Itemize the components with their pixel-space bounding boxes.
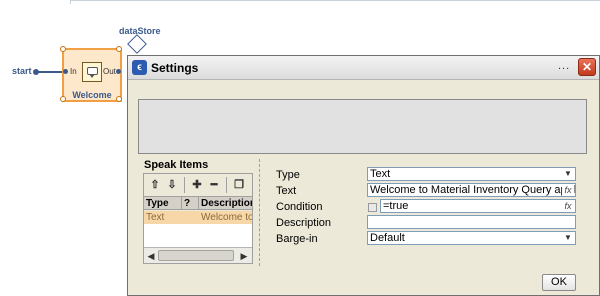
toolbar-separator [184, 177, 185, 193]
toolbar-separator [226, 177, 227, 193]
move-up-icon[interactable]: ⇧ [148, 178, 162, 192]
cell-flag [182, 211, 199, 224]
text-label: Text [276, 185, 297, 197]
cell-type: Text [146, 212, 165, 223]
condition-value: =true [383, 200, 409, 212]
function-icon[interactable]: fx [562, 200, 574, 212]
condition-checkbox[interactable] [368, 203, 377, 212]
dialog-titlebar[interactable]: ϵ Settings ... ✕ [128, 56, 599, 80]
table-row[interactable]: Text Welcome to M [144, 211, 252, 224]
table-body [144, 224, 252, 247]
scrollbar-thumb[interactable] [158, 250, 234, 261]
chevron-down-icon[interactable]: ▼ [561, 232, 575, 244]
welcome-node[interactable]: In Out Welcome [60, 46, 122, 102]
horizontal-scrollbar[interactable]: ◀ ▶ [144, 247, 252, 263]
out-port-dot[interactable] [116, 69, 121, 74]
condition-label: Condition [276, 201, 323, 213]
cell-description: Welcome to M [201, 212, 252, 223]
table-header: Type ? Description [144, 196, 252, 210]
speech-bubble-icon [82, 62, 102, 82]
canvas-border-tick [70, 0, 71, 4]
column-header-description[interactable]: Description [199, 197, 252, 210]
settings-icon: ϵ [132, 60, 147, 75]
speak-items-title: Speak Items [144, 159, 209, 171]
out-port-label: Out [103, 67, 116, 76]
more-options-button[interactable]: ... [558, 60, 570, 72]
node-label: Welcome [72, 90, 112, 100]
close-icon[interactable]: ✕ [578, 58, 596, 76]
settings-dialog: ϵ Settings ... ✕ Speak Items ⇧ ⇩ ✚ ━ ❐ T… [127, 55, 600, 296]
function-icon[interactable]: fx [562, 184, 574, 196]
text-field[interactable]: Welcome to Material Inventory Query appl… [367, 183, 576, 197]
barge-in-value: Default [370, 232, 405, 244]
add-icon[interactable]: ✚ [190, 178, 204, 192]
top-panel [138, 99, 587, 154]
description-label: Description [276, 217, 332, 229]
speak-items-panel: ⇧ ⇩ ✚ ━ ❐ Type ? Description Text Welcom… [143, 173, 253, 264]
type-label: Type [276, 169, 300, 181]
type-select[interactable]: Text ▼ [367, 167, 576, 181]
ok-button[interactable]: OK [542, 274, 576, 291]
column-header-flag[interactable]: ? [182, 197, 199, 210]
datastore-label: dataStore [119, 26, 161, 36]
column-header-type[interactable]: Type [144, 197, 182, 210]
resize-handle[interactable] [116, 46, 122, 52]
canvas-border [70, 0, 600, 1]
condition-field[interactable]: =true fx [380, 199, 576, 213]
description-field[interactable] [367, 215, 576, 229]
remove-icon[interactable]: ━ [207, 178, 221, 192]
start-connector [38, 71, 62, 73]
dialog-title: Settings [151, 61, 199, 75]
barge-in-select[interactable]: Default ▼ [367, 231, 576, 245]
chevron-down-icon[interactable]: ▼ [561, 168, 575, 180]
scroll-right-icon[interactable]: ▶ [238, 250, 250, 262]
type-value: Text [370, 168, 391, 180]
datastore-diamond-icon[interactable] [127, 34, 147, 54]
scroll-left-icon[interactable]: ◀ [145, 250, 157, 262]
resize-handle[interactable] [60, 46, 66, 52]
move-down-icon[interactable]: ⇩ [165, 178, 179, 192]
copy-icon[interactable]: ❐ [232, 178, 246, 192]
in-port-label: In [70, 67, 77, 76]
in-port-dot[interactable] [63, 69, 68, 74]
text-value: Welcome to Material Inventory Query appl… [370, 184, 575, 196]
barge-in-label: Barge-in [276, 233, 318, 245]
start-label: start [12, 66, 32, 76]
panel-splitter[interactable] [259, 159, 260, 266]
